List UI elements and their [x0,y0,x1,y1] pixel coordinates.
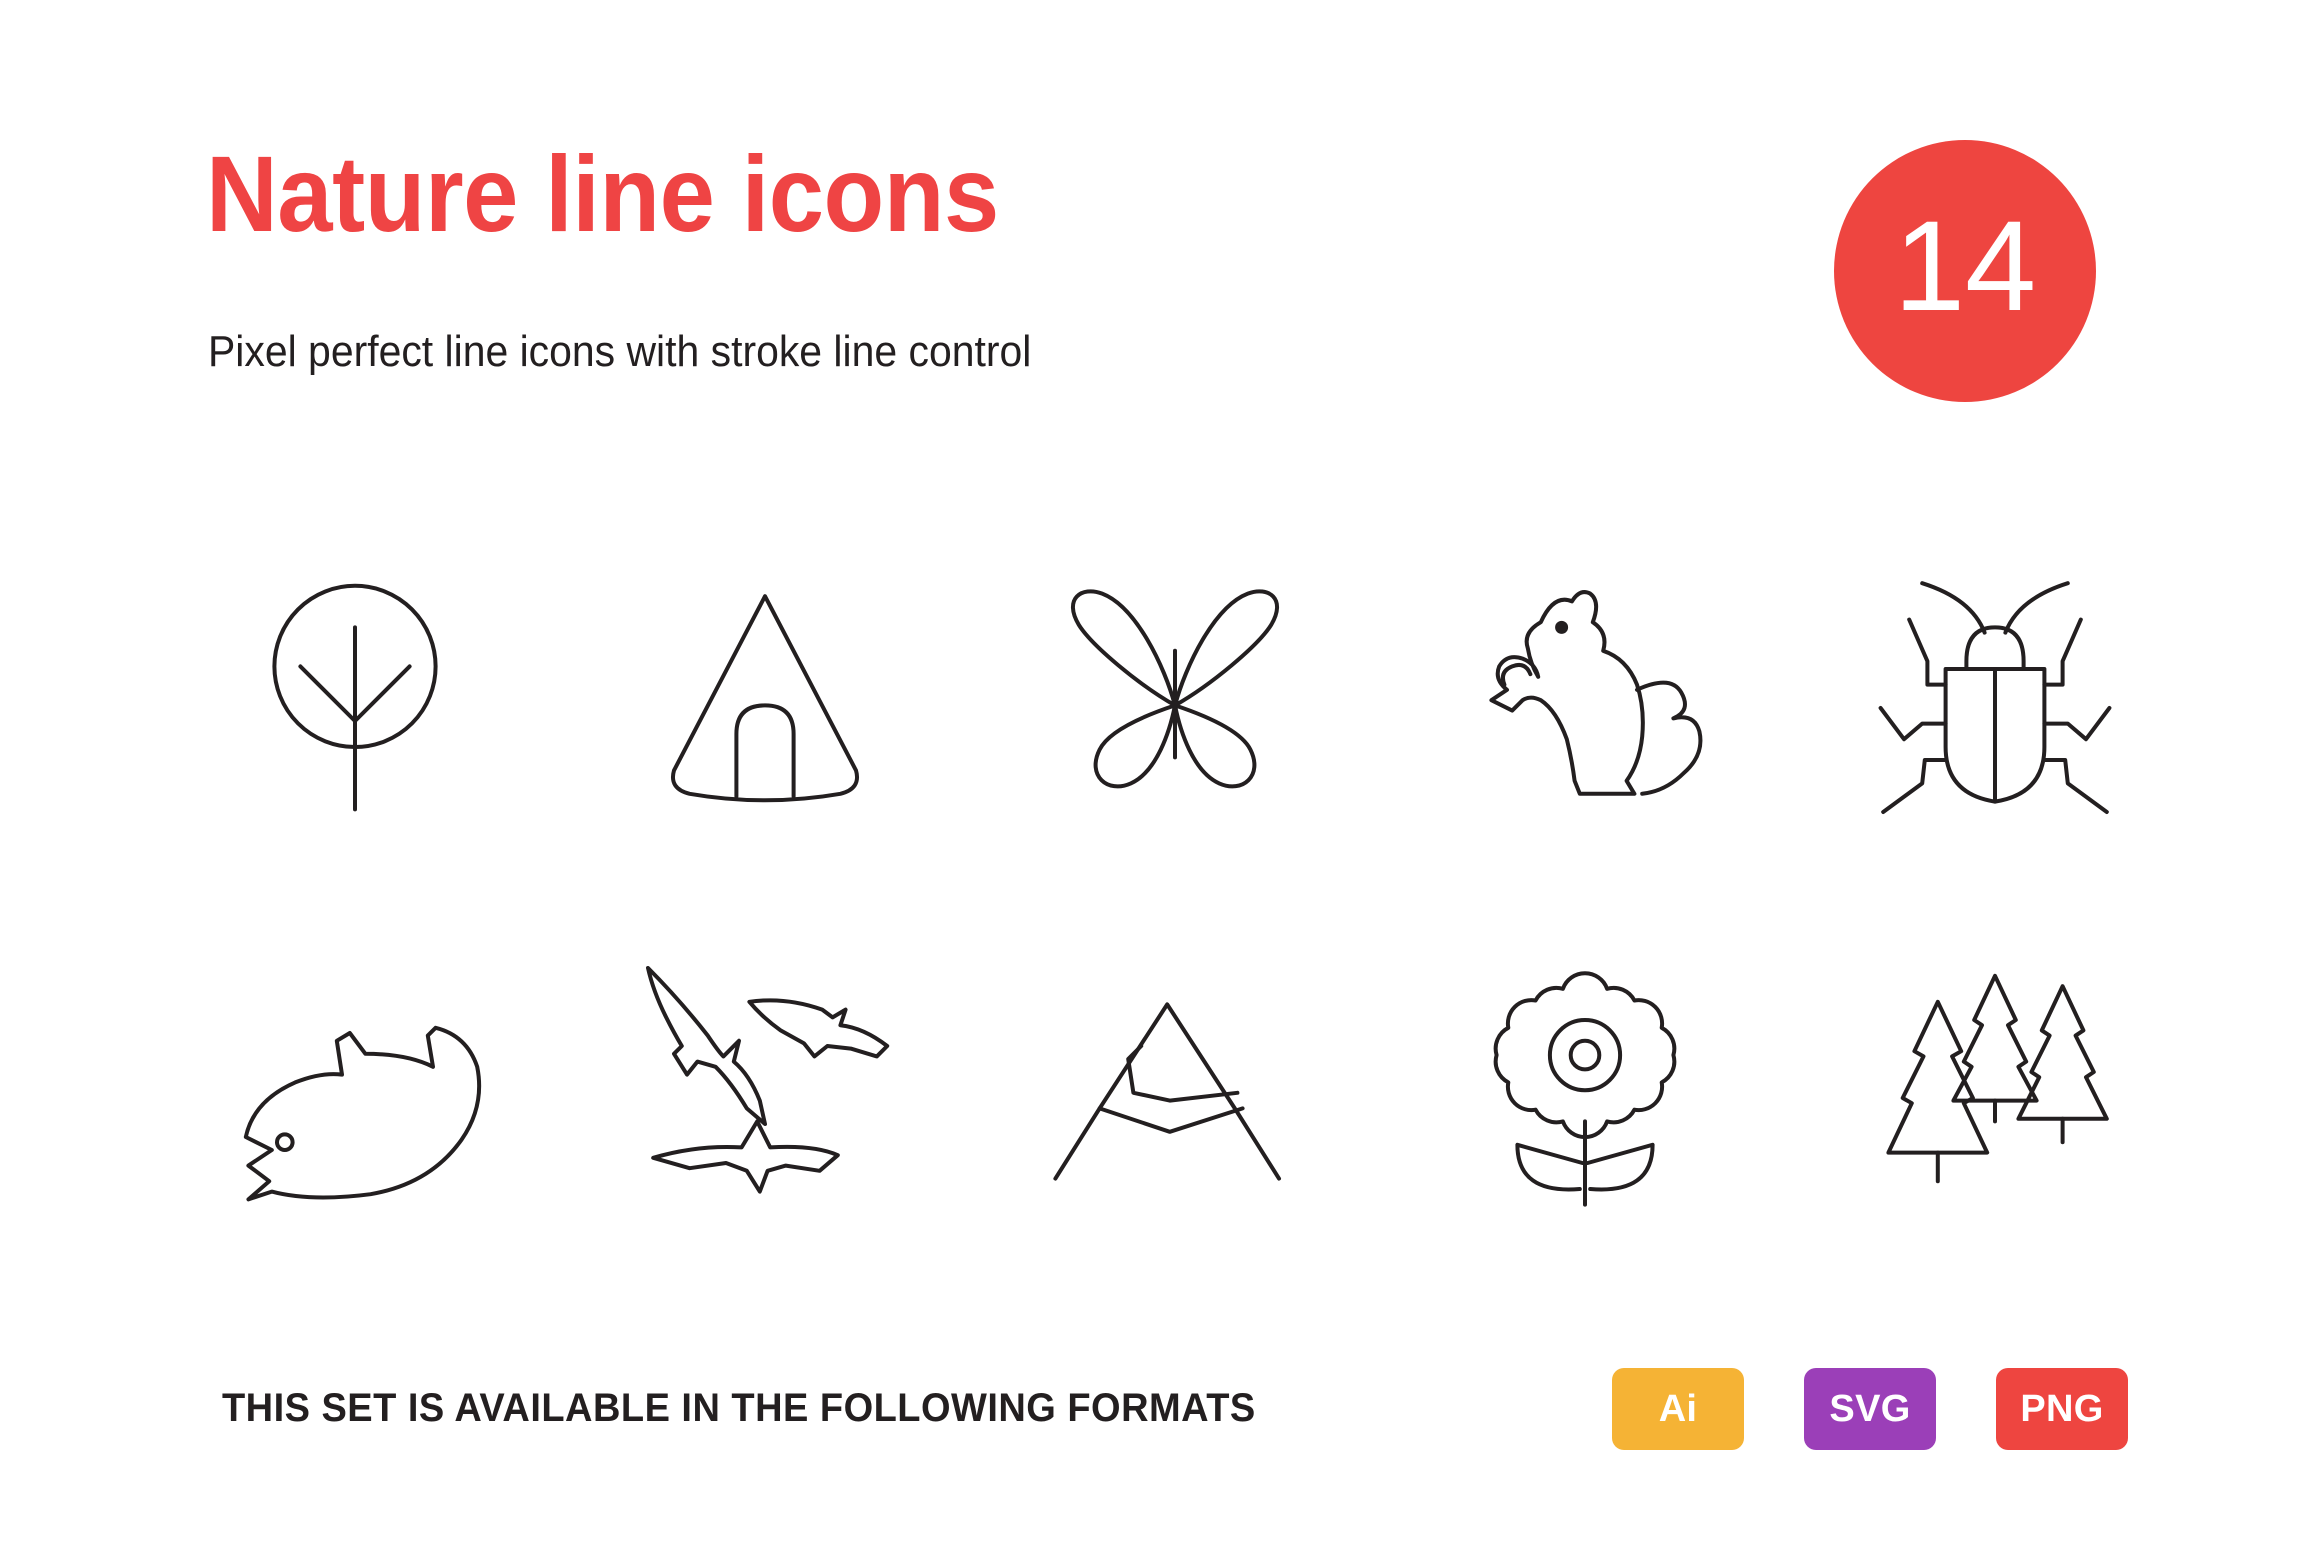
icon-grid [150,500,2200,1280]
tree-icon [225,565,485,825]
icon-count-value: 14 [1893,195,2037,338]
poster-header: Nature line icons Pixel perfect line ico… [0,0,2320,470]
butterfly-icon [1045,565,1305,825]
icon-pine-trees [1790,890,2200,1280]
page-subtitle: Pixel perfect line icons with stroke lin… [208,327,1032,376]
formats-availability-label: THIS SET IS AVAILABLE IN THE FOLLOWING F… [222,1386,1256,1430]
pine-trees-icon [1865,955,2125,1215]
icon-flower [1380,890,1790,1280]
format-badge-list: Ai SVG PNG [1612,1368,2128,1450]
poster-footer: THIS SET IS AVAILABLE IN THE FOLLOWING F… [0,1340,2320,1544]
format-badge-svg[interactable]: SVG [1804,1368,1936,1450]
format-badge-ai[interactable]: Ai [1612,1368,1744,1450]
icon-squirrel [1380,500,1790,890]
format-badge-png-label: PNG [2020,1387,2104,1430]
format-badge-svg-label: SVG [1829,1387,1911,1430]
icon-set-poster: Nature line icons Pixel perfect line ico… [0,0,2320,1544]
format-badge-png[interactable]: PNG [1996,1368,2128,1450]
icon-beetle [1790,500,2200,890]
icon-fish [150,890,560,1280]
icon-mountain [970,890,1380,1280]
page-title: Nature line icons [206,133,999,254]
icon-butterfly [970,500,1380,890]
beetle-icon [1865,565,2125,825]
icon-count-badge: 14 [1834,140,2096,402]
fish-icon [225,955,485,1215]
birds-icon [635,955,895,1215]
flower-icon [1455,955,1715,1215]
icon-tree [150,500,560,890]
icon-tent [560,500,970,890]
icon-birds [560,890,970,1280]
format-badge-ai-label: Ai [1658,1387,1698,1430]
mountain-icon [1045,955,1305,1215]
tent-icon [635,565,895,825]
squirrel-icon [1455,565,1715,825]
